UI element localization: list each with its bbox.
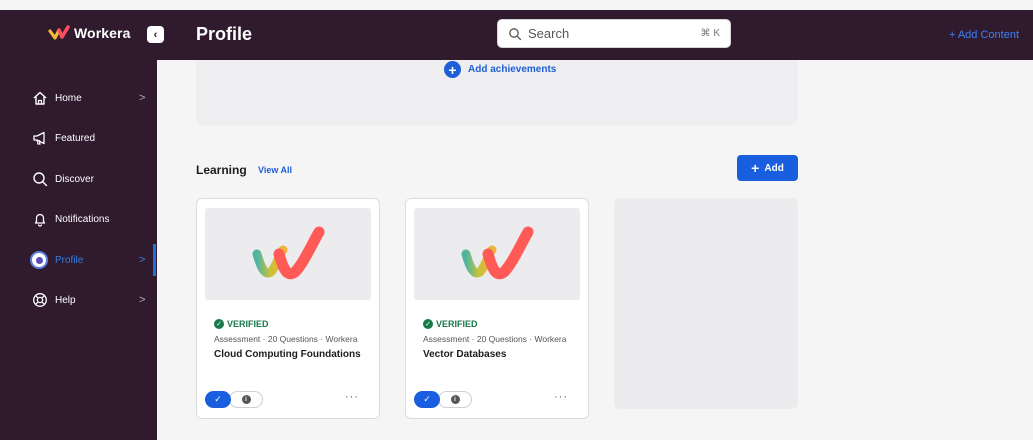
learning-card[interactable]: ✓ VERIFIED Assessment · 20 Questions · W… <box>196 198 380 419</box>
bell-icon <box>32 211 48 227</box>
card-thumbnail <box>414 208 580 300</box>
more-options-button[interactable]: ··· <box>554 391 568 403</box>
sidebar-item-label: Featured <box>55 132 96 144</box>
add-achievements-label: Add achievements <box>468 64 557 75</box>
card-title: Cloud Computing Foundations <box>214 349 361 360</box>
sidebar-edge <box>155 10 157 440</box>
sidebar-item-notifications[interactable]: Notifications <box>0 206 155 232</box>
sidebar-item-home[interactable]: Home > <box>0 85 155 111</box>
search-icon <box>32 171 48 187</box>
sidebar-item-label: Notifications <box>55 213 110 225</box>
complete-toggle-button[interactable]: ✓ <box>205 391 231 408</box>
plus-icon: + <box>751 160 760 176</box>
add-learning-button[interactable]: + Add <box>737 155 798 181</box>
plus-circle-icon: + <box>444 61 461 78</box>
chevron-left-icon: ‹ <box>153 28 158 41</box>
info-button[interactable]: i <box>438 391 472 408</box>
chevron-right-icon: > <box>139 92 146 104</box>
search-input[interactable]: Search ⌘ K <box>497 19 731 48</box>
check-circle-icon: ✓ <box>423 319 433 329</box>
megaphone-icon <box>32 130 48 146</box>
workera-logo-icon <box>48 25 70 40</box>
sidebar-item-label: Home <box>55 92 82 104</box>
info-button[interactable]: i <box>229 391 263 408</box>
sidebar-item-label: Help <box>55 294 76 306</box>
check-icon: ✓ <box>214 394 222 404</box>
card-meta: Assessment · 20 Questions · Workera <box>423 334 567 344</box>
verified-badge: ✓ VERIFIED <box>423 319 478 329</box>
view-all-link[interactable]: View All <box>258 165 292 175</box>
sidebar-collapse-button[interactable]: ‹ <box>147 26 164 43</box>
add-button-label: Add <box>764 162 784 174</box>
verified-label: VERIFIED <box>227 319 269 329</box>
card-actions: i ✓ ··· <box>205 391 371 409</box>
brand-logo[interactable]: Workera <box>48 25 130 41</box>
sidebar-item-label: Discover <box>55 173 94 185</box>
add-content-link[interactable]: + Add Content <box>949 29 1019 41</box>
card-meta: Assessment · 20 Questions · Workera <box>214 334 358 344</box>
sidebar-item-label: Profile <box>55 254 84 266</box>
info-icon: i <box>241 395 251 404</box>
verified-badge: ✓ VERIFIED <box>214 319 269 329</box>
sidebar-item-help[interactable]: Help > <box>0 287 155 313</box>
active-indicator <box>153 244 156 276</box>
workera-logo-icon <box>461 226 534 280</box>
search-shortcut: ⌘ K <box>700 28 720 39</box>
sidebar-item-featured[interactable]: Featured <box>0 125 155 151</box>
search-placeholder: Search <box>528 26 570 41</box>
workera-logo-icon <box>252 226 325 280</box>
page-title: Profile <box>196 24 253 44</box>
learning-section-title: Learning <box>196 163 247 177</box>
card-actions: i ✓ ··· <box>414 391 580 409</box>
placeholder-card <box>614 198 798 409</box>
brand-name: Workera <box>74 25 131 41</box>
chevron-right-icon: > <box>139 254 146 266</box>
info-icon: i <box>450 395 460 404</box>
avatar <box>29 250 49 270</box>
chevron-right-icon: > <box>139 294 146 306</box>
card-title: Vector Databases <box>423 349 507 360</box>
more-options-button[interactable]: ··· <box>345 391 359 403</box>
avatar-icon <box>30 251 48 269</box>
sidebar-item-profile[interactable]: Profile > <box>0 247 155 273</box>
search-icon <box>509 27 522 40</box>
home-icon <box>32 90 48 106</box>
lifebuoy-icon <box>32 292 48 308</box>
card-thumbnail <box>205 208 371 300</box>
sidebar-item-discover[interactable]: Discover <box>0 166 155 192</box>
add-achievements-button[interactable]: + Add achievements <box>444 61 556 78</box>
check-icon: ✓ <box>423 394 431 404</box>
check-circle-icon: ✓ <box>214 319 224 329</box>
complete-toggle-button[interactable]: ✓ <box>414 391 440 408</box>
verified-label: VERIFIED <box>436 319 478 329</box>
learning-card[interactable]: ✓ VERIFIED Assessment · 20 Questions · W… <box>405 198 589 419</box>
